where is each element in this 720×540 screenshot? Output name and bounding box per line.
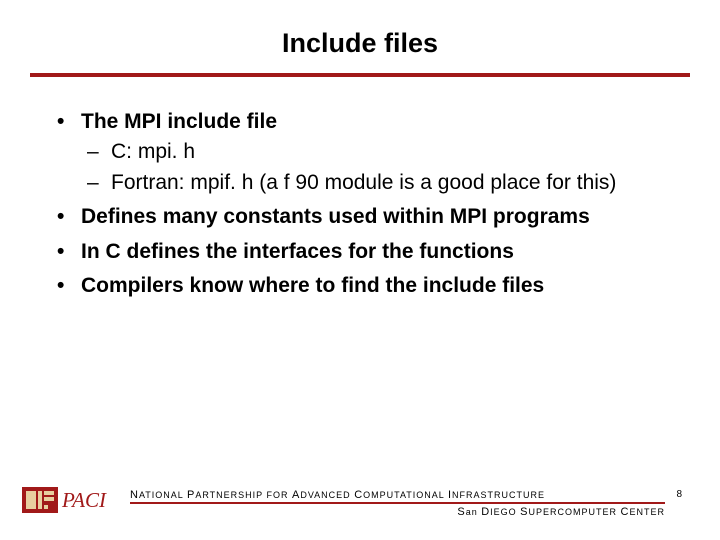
bullet-list: The MPI include file C: mpi. h Fortran: … [55,107,675,302]
bullet-item: Defines many constants used within MPI p… [55,202,675,232]
bullet-item: The MPI include file C: mpi. h Fortran: … [55,107,675,198]
sub-bullet-item: C: mpi. h [81,137,675,167]
npaci-logo: PACI [22,481,120,524]
footer-line-1: NATIONAL PARTNERSHIP FOR ADVANCED COMPUT… [130,489,665,503]
sub-bullet-item: Fortran: mpif. h (a f 90 module is a goo… [81,168,675,198]
slide: Include files The MPI include file C: mp… [0,0,720,540]
footer-line-2: San DIEGO SUPERCOMPUTER CENTER [130,503,665,518]
footer-lines: NATIONAL PARTNERSHIP FOR ADVANCED COMPUT… [130,489,665,518]
bullet-text: Defines many constants used within MPI p… [81,205,590,228]
sub-bullet-text: Fortran: mpif. h (a f 90 module is a goo… [111,171,616,194]
bullet-item: Compilers know where to find the include… [55,271,675,301]
slide-title: Include files [0,28,720,59]
bullet-text: The MPI include file [81,110,277,133]
title-area: Include files [0,0,720,77]
sub-bullet-text: C: mpi. h [111,140,195,163]
page-number: 8 [676,489,682,500]
body: The MPI include file C: mpi. h Fortran: … [0,77,720,302]
svg-text:PACI: PACI [61,488,107,512]
sub-bullet-list: C: mpi. h Fortran: mpif. h (a f 90 modul… [81,137,675,198]
logo-icon: PACI [22,481,120,519]
bullet-text: Compilers know where to find the include… [81,274,544,297]
bullet-text: In C defines the interfaces for the func… [81,240,514,263]
bullet-item: In C defines the interfaces for the func… [55,237,675,267]
